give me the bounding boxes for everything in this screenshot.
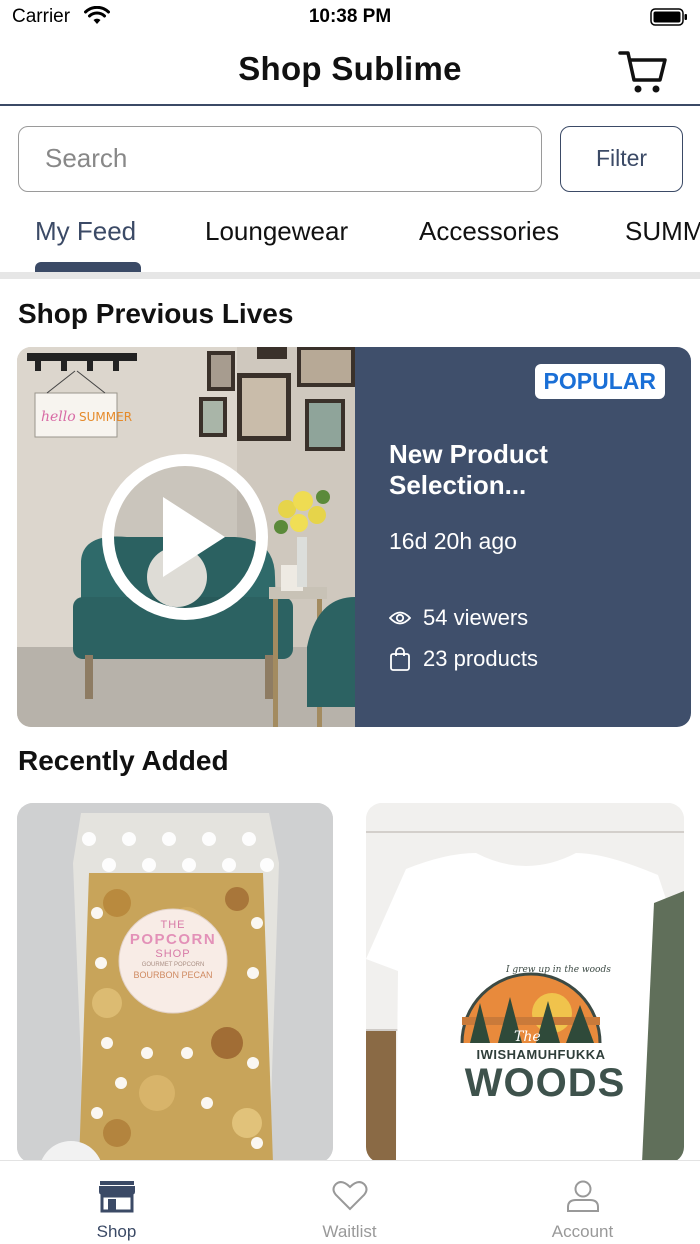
tabbar-shop[interactable]: Shop [0, 1161, 233, 1244]
tshirt-image [366, 803, 684, 1163]
popular-badge: POPULAR [534, 364, 665, 399]
tabbar-shop-label: Shop [96, 1222, 137, 1241]
tab-summer[interactable]: SUMM [625, 216, 700, 247]
status-time: 10:38 PM [308, 6, 392, 27]
filter-button[interactable]: Filter [560, 126, 683, 192]
bottom-tab-bar: Shop Waitlist Account [0, 1160, 700, 1244]
tabbar-account-label: Account [551, 1222, 614, 1241]
viewers-stat: 54 viewers [389, 605, 528, 631]
svg-text:SUMMER: SUMMER [79, 410, 132, 424]
tab-my-feed[interactable]: My Feed [35, 216, 136, 247]
product-card-popcorn[interactable]: THE POPCORN SHOP GOURMET POPCORN BOURBON… [17, 803, 333, 1163]
products-stat: 23 products [389, 646, 538, 672]
popcorn-label-flavor: BOURBON PECAN [133, 970, 213, 980]
person-icon [566, 1180, 599, 1212]
tab-loungewear[interactable]: Loungewear [205, 216, 348, 247]
svg-text:hello: hello [41, 409, 76, 425]
popcorn-bag-image [17, 803, 333, 1163]
popcorn-label: THE POPCORN SHOP GOURMET POPCORN BOURBON… [119, 919, 227, 980]
live-card[interactable]: hello SUMMER POPULAR New Product Selecti… [17, 347, 691, 727]
cart-button[interactable] [618, 48, 670, 96]
battery-icon [650, 8, 688, 26]
live-info-panel: POPULAR New Product Selection... 16d 20h… [355, 347, 691, 727]
tabbar-waitlist[interactable]: Waitlist [233, 1161, 466, 1244]
status-bar: Carrier 10:38 PM [0, 0, 700, 36]
eye-icon [389, 611, 411, 625]
live-title: New Product Selection... [389, 439, 548, 500]
tabs-divider [0, 272, 700, 279]
popcorn-label-the: THE [160, 919, 186, 931]
play-icon[interactable] [108, 460, 262, 614]
popcorn-label-tag: GOURMET POPCORN [141, 962, 205, 968]
section-title-recently-added: Recently Added [18, 745, 229, 776]
popcorn-label-shop: SHOP [155, 948, 191, 960]
search-input[interactable]: Search [18, 126, 542, 192]
tabbar-waitlist-label: Waitlist [322, 1222, 377, 1241]
products-count: 23 products [423, 646, 538, 671]
viewers-count: 54 viewers [423, 605, 529, 630]
tshirt-print-the: The [514, 1029, 541, 1045]
heart-icon [332, 1181, 367, 1211]
section-title-previous-lives: Shop Previous Lives [18, 298, 294, 329]
live-thumbnail: hello SUMMER [17, 347, 355, 727]
bag-icon [390, 647, 410, 671]
store-icon [98, 1181, 135, 1213]
cart-icon [618, 51, 667, 93]
page-title: Shop Sublime [238, 50, 462, 87]
tshirt-print-top: I grew up in the woods [506, 965, 611, 975]
category-tabs: My Feed Loungewear Accessories SUMM [0, 206, 700, 280]
tab-accessories[interactable]: Accessories [419, 216, 559, 247]
tshirt-print-big: WOODS [464, 1061, 626, 1105]
live-time-ago: 16d 20h ago [389, 528, 517, 554]
product-card-tshirt[interactable]: I grew up in the woods The IWISHAMUHFUKK… [366, 803, 684, 1163]
nav-bar: Shop Sublime [0, 36, 700, 106]
popcorn-label-name: POPCORN [129, 931, 217, 948]
tabbar-account[interactable]: Account [466, 1161, 699, 1244]
tshirt-print-name: IWISHAMUHFUKKA [463, 1047, 619, 1062]
